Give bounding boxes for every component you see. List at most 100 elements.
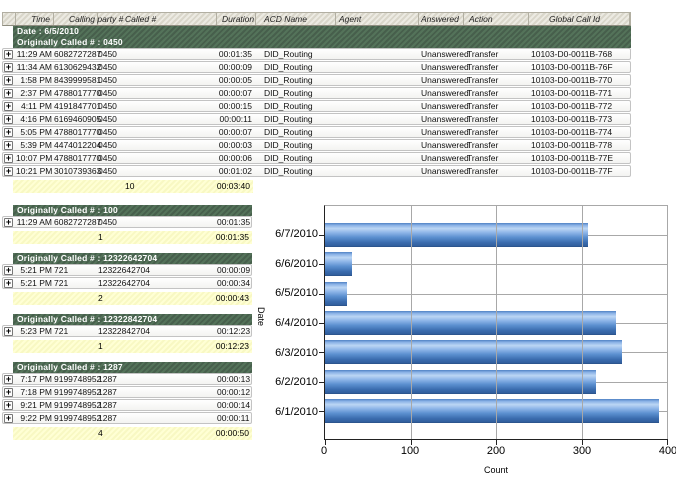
table-row[interactable]: + 10:21 PM 3010739363 0450 00:01:02 DID_…	[2, 165, 631, 177]
table-row[interactable]: + 11:29 AM 6082727287 0450 00:01:35	[2, 216, 252, 228]
cell-calling-party: 9199748952	[54, 387, 98, 397]
summary-total-duration: 00:00:50	[216, 427, 249, 440]
expand-row-button[interactable]: +	[4, 401, 13, 410]
expand-row-button[interactable]: +	[4, 115, 13, 124]
col-header-action[interactable]: Action	[464, 13, 529, 25]
table-row[interactable]: + 5:21 PM 721 12322642704 00:00:09	[2, 264, 252, 276]
cell-called: 0450	[98, 166, 217, 176]
cell-time: 1:58 PM	[16, 75, 54, 85]
col-header-global-call-id[interactable]: Global Call Id	[529, 13, 630, 25]
expand-row-button[interactable]: +	[4, 375, 13, 384]
col-header-acd-name[interactable]: ACD Name	[256, 13, 336, 25]
cell-action: Transfer	[464, 49, 529, 59]
call-group-table: Originally Called # : 1287 + 7:17 PM 919…	[2, 362, 252, 440]
expand-cell: +	[3, 400, 16, 410]
cell-duration: 00:00:05	[217, 75, 256, 85]
expand-cell: +	[3, 62, 16, 72]
call-group-table: Originally Called # : 12322642704 + 5:21…	[2, 253, 252, 305]
call-group-tables: Originally Called # : 100 + 11:29 AM 608…	[2, 205, 252, 449]
expand-row-button[interactable]: +	[4, 141, 13, 150]
expand-cell: +	[3, 114, 16, 124]
table-row[interactable]: + 4:16 PM 6169460905 0450 00:00:11 DID_R…	[2, 113, 631, 125]
cell-called: 1287	[98, 374, 217, 384]
cell-answered: Unanswered	[419, 49, 464, 59]
table-rows-container: + 5:23 PM 721 12322842704 00:12:23	[2, 325, 252, 337]
cell-time: 9:21 PM	[16, 400, 54, 410]
col-header-calling-party[interactable]: Calling party #	[54, 13, 98, 25]
table-header-row: Time Calling party # Called # Duration A…	[2, 12, 631, 26]
cell-calling-party: 8439999581	[54, 75, 98, 85]
expand-cell: +	[3, 140, 16, 150]
cell-action: Transfer	[464, 140, 529, 150]
cell-called: 0450	[98, 217, 217, 227]
cell-time: 9:22 PM	[16, 413, 54, 423]
col-header-answered[interactable]: Answered	[419, 13, 464, 25]
cell-agent	[336, 49, 419, 59]
expand-row-button[interactable]: +	[4, 154, 13, 163]
chart-plot-area	[324, 205, 668, 440]
expand-row-button[interactable]: +	[4, 218, 13, 227]
x-axis-label: 400	[659, 445, 676, 457]
cell-called: 12322642704	[98, 278, 217, 288]
date-group-header[interactable]: Date : 6/5/2010	[13, 26, 631, 37]
table-row[interactable]: + 11:29 AM 6082727287 0450 00:01:35 DID_…	[2, 48, 631, 60]
expand-row-button[interactable]: +	[4, 167, 13, 176]
originally-called-group-header[interactable]: Originally Called # : 12322642704	[13, 253, 252, 264]
cell-calling-party: 6169460905	[54, 114, 98, 124]
table-row[interactable]: + 5:21 PM 721 12322642704 00:00:34	[2, 277, 252, 289]
expand-row-button[interactable]: +	[4, 266, 13, 275]
cell-answered: Unanswered	[419, 153, 464, 163]
originally-called-group-header[interactable]: Originally Called # : 12322842704	[13, 314, 252, 325]
originally-called-group-header[interactable]: Originally Called # : 1287	[13, 362, 252, 373]
col-header-called[interactable]: Called #	[98, 13, 217, 25]
expand-row-button[interactable]: +	[4, 76, 13, 85]
table-row[interactable]: + 10:07 PM 4788017770 0450 00:00:06 DID_…	[2, 152, 631, 164]
cell-agent	[336, 88, 419, 98]
call-detail-table: Time Calling party # Called # Duration A…	[2, 12, 631, 193]
table-row[interactable]: + 5:05 PM 4788017770 0450 00:00:07 DID_R…	[2, 126, 631, 138]
expand-row-button[interactable]: +	[4, 50, 13, 59]
summary-total-duration: 00:01:35	[216, 231, 249, 244]
cell-called: 0450	[98, 127, 217, 137]
chart-bar	[325, 399, 659, 423]
expand-row-button[interactable]: +	[4, 63, 13, 72]
expand-row-button[interactable]: +	[4, 279, 13, 288]
cell-agent	[336, 114, 419, 124]
table-row[interactable]: + 5:39 PM 4474012204 0450 00:00:03 DID_R…	[2, 139, 631, 151]
table-row[interactable]: + 1:58 PM 8439999581 0450 00:00:05 DID_R…	[2, 74, 631, 86]
table-row[interactable]: + 11:34 AM 6130629432 0450 00:00:09 DID_…	[2, 61, 631, 73]
expand-row-button[interactable]: +	[4, 388, 13, 397]
expand-row-button[interactable]: +	[4, 128, 13, 137]
col-header-duration[interactable]: Duration	[217, 13, 256, 25]
expand-row-button[interactable]: +	[4, 327, 13, 336]
col-header-time[interactable]: Time	[16, 13, 54, 25]
expand-cell: +	[3, 278, 16, 288]
table-row[interactable]: + 9:22 PM 9199748952 1287 00:00:11	[2, 412, 252, 424]
table-row[interactable]: + 2:37 PM 4788017770 0450 00:00:07 DID_R…	[2, 87, 631, 99]
expand-row-button[interactable]: +	[4, 102, 13, 111]
expand-cell: +	[3, 217, 16, 227]
cell-global-call-id: 10103-D0-0011B-76F	[529, 62, 630, 72]
table-rows-container: + 11:29 AM 6082727287 0450 00:01:35	[2, 216, 252, 228]
call-report-page: Time Calling party # Called # Duration A…	[0, 0, 676, 485]
table-row[interactable]: + 4:11 PM 4191847701 0450 00:00:15 DID_R…	[2, 100, 631, 112]
originally-called-group-header[interactable]: Originally Called # : 0450	[13, 37, 631, 48]
table-row[interactable]: + 9:21 PM 9199748952 1287 00:00:14	[2, 399, 252, 411]
expand-row-button[interactable]: +	[4, 89, 13, 98]
cell-called: 0450	[98, 140, 217, 150]
table-row[interactable]: + 7:18 PM 9199748952 1287 00:00:12	[2, 386, 252, 398]
cell-global-call-id: 10103-D0-0011B-778	[529, 140, 630, 150]
cell-time: 7:17 PM	[16, 374, 54, 384]
call-group-table: Originally Called # : 12322842704 + 5:23…	[2, 314, 252, 353]
expand-row-button[interactable]: +	[4, 414, 13, 423]
col-header-expand	[3, 13, 16, 25]
y-axis-label: 6/3/2010	[262, 338, 318, 368]
cell-answered: Unanswered	[419, 62, 464, 72]
cell-time: 11:29 AM	[16, 49, 54, 59]
col-header-agent[interactable]: Agent	[336, 13, 419, 25]
originally-called-group-header[interactable]: Originally Called # : 100	[13, 205, 252, 216]
table-row[interactable]: + 7:17 PM 9199748952 1287 00:00:13	[2, 373, 252, 385]
y-axis-label: 6/5/2010	[262, 278, 318, 308]
calls-by-date-chart: Date 6/7/20106/6/20106/5/20106/4/20106/3…	[262, 195, 674, 483]
table-row[interactable]: + 5:23 PM 721 12322842704 00:12:23	[2, 325, 252, 337]
